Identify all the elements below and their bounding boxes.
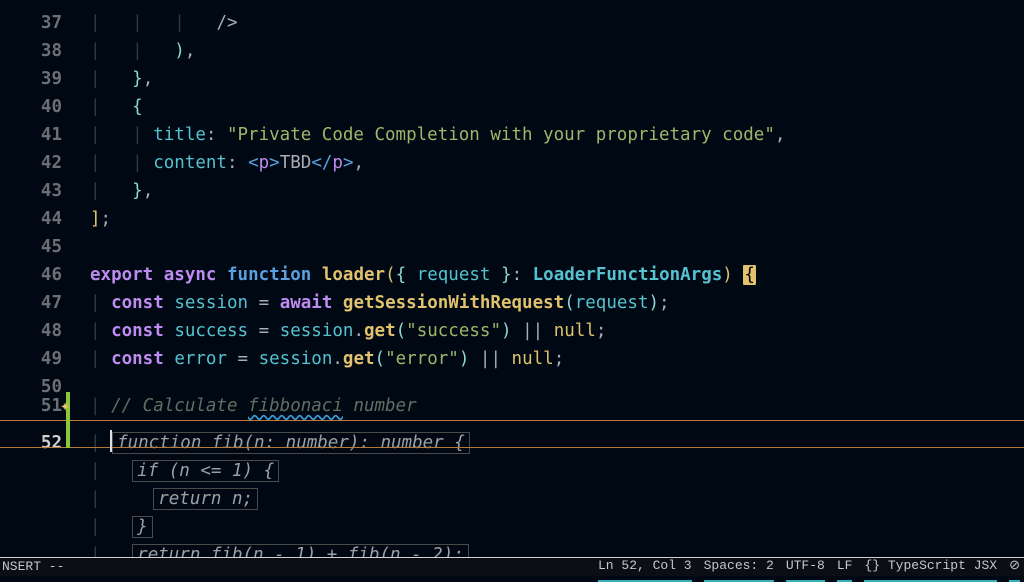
inline-suggestion[interactable]: function fib(n: number): number {: [112, 432, 470, 454]
line-number: 40: [0, 93, 66, 121]
line-number: 37: [0, 9, 66, 37]
line-number: 48: [0, 317, 66, 345]
language-mode[interactable]: {} TypeScript JSX: [864, 552, 997, 582]
indent-setting[interactable]: Spaces: 2: [704, 552, 774, 582]
line-number: 46: [0, 261, 66, 289]
editor-mode: NSERT --: [0, 553, 64, 581]
text-cursor: [110, 430, 112, 452]
line-number: 39: [0, 65, 66, 93]
eol[interactable]: LF: [837, 552, 853, 582]
cursor-position[interactable]: Ln 52, Col 3: [598, 552, 692, 582]
line-number: 47: [0, 289, 66, 317]
code-line[interactable]: 51 ✦ | // Calculate fibbonaci number: [0, 392, 1024, 420]
line-number: 51: [0, 392, 66, 420]
sparkle-icon: ✦: [60, 396, 70, 416]
braces-icon: {}: [864, 558, 880, 573]
line-number: 41: [0, 121, 66, 149]
code-line[interactable]: 37 | | | />: [0, 0, 1024, 28]
encoding[interactable]: UTF-8: [786, 552, 825, 582]
line-number: 44: [0, 205, 66, 233]
line-number: 38: [0, 37, 66, 65]
code-editor[interactable]: 37 | | | /> 38 | | ), 39 | }, 40 | { 41 …: [0, 0, 1024, 558]
code-line-current[interactable]: 52 | function fib(n: number): number {: [0, 420, 1024, 448]
line-number: 45: [0, 233, 66, 261]
line-number: 49: [0, 345, 66, 373]
status-bar: NSERT -- Ln 52, Col 3 Spaces: 2 UTF-8 LF…: [0, 557, 1024, 576]
copilot-status-icon[interactable]: ⊘: [1009, 552, 1020, 582]
line-number: 52: [0, 429, 66, 457]
code-line[interactable]: 46 export async function loader({ reques…: [0, 252, 1024, 280]
line-number: 43: [0, 177, 66, 205]
line-number: 42: [0, 149, 66, 177]
